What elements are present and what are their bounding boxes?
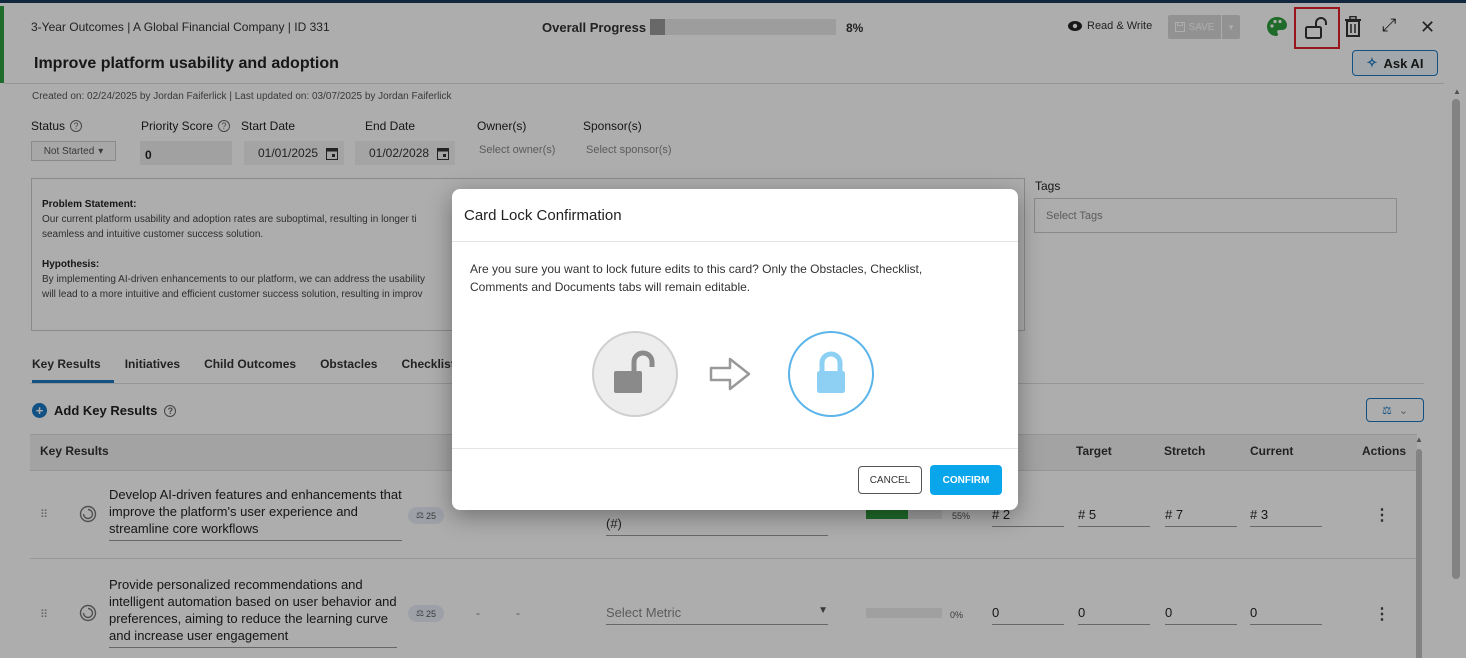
locked-illustration	[788, 331, 874, 417]
lock-icon	[817, 351, 845, 393]
confirm-button[interactable]: CONFIRM	[930, 465, 1002, 495]
lock-confirmation-dialog: Card Lock Confirmation Are you sure you …	[452, 189, 1018, 510]
arrow-right-icon	[709, 357, 751, 391]
cancel-button[interactable]: CANCEL	[858, 466, 922, 494]
dialog-title: Card Lock Confirmation	[464, 207, 622, 224]
unlocked-illustration	[592, 331, 678, 417]
dialog-message: Are you sure you want to lock future edi…	[470, 262, 923, 294]
dialog-divider	[452, 448, 1018, 449]
unlock-icon	[614, 350, 655, 393]
dialog-divider	[452, 241, 1018, 242]
